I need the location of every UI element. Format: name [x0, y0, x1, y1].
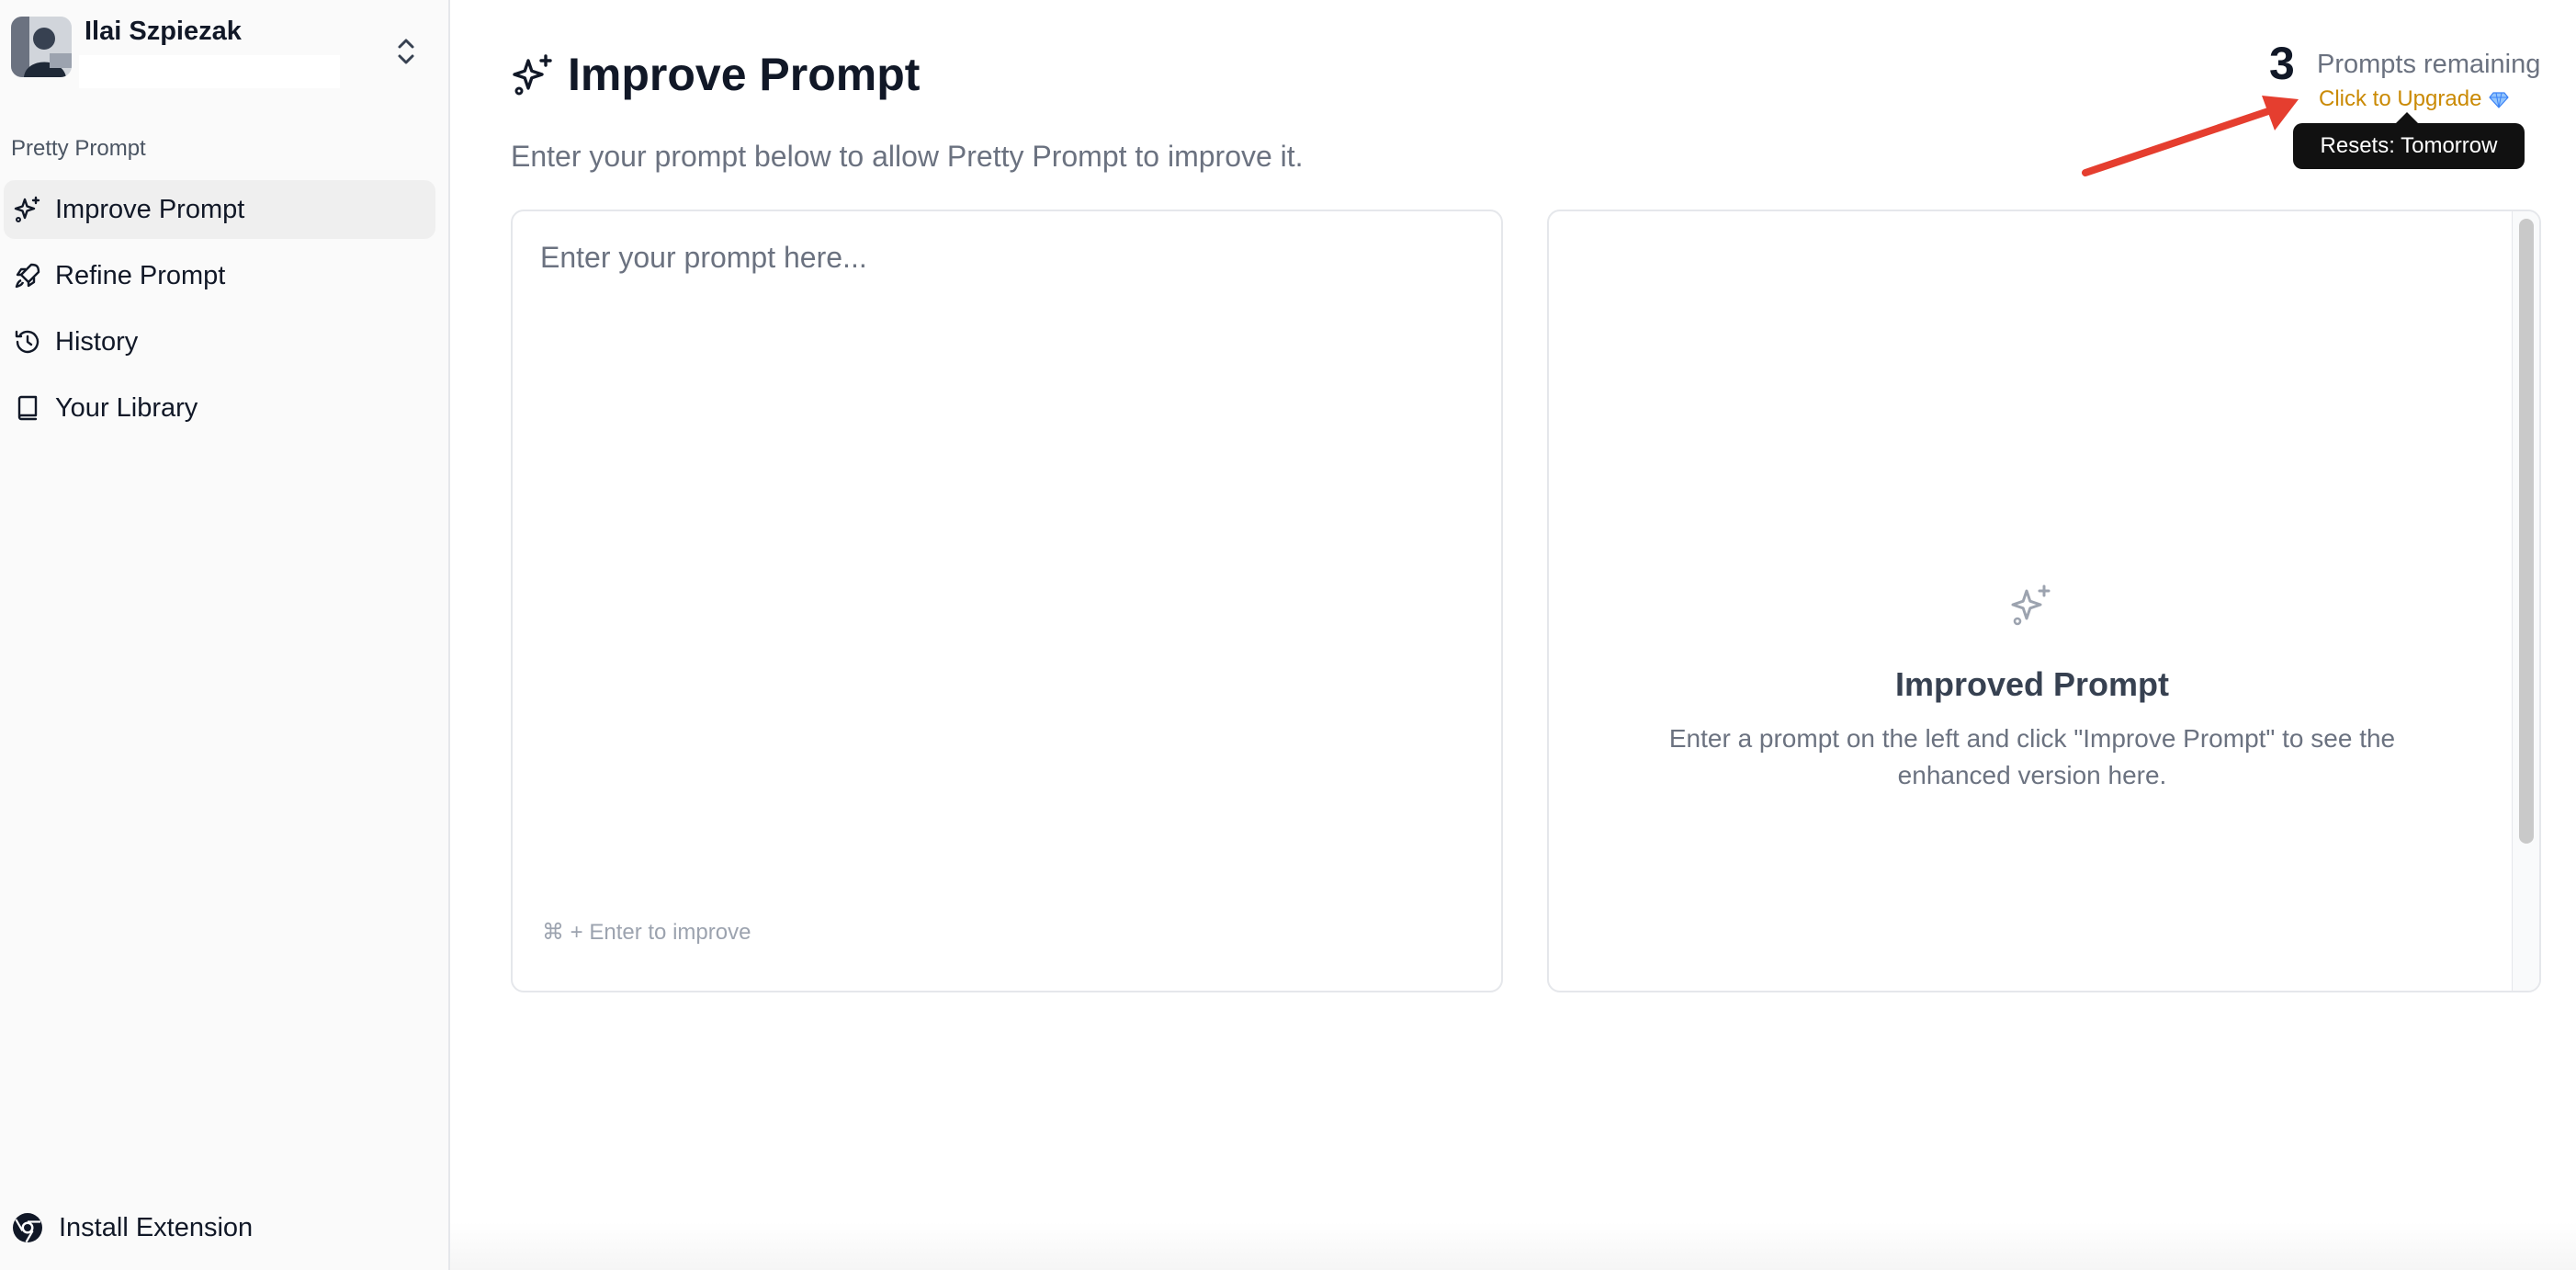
- sidebar-item-refine-prompt[interactable]: Refine Prompt: [4, 246, 435, 305]
- install-extension-button[interactable]: Install Extension: [9, 1204, 432, 1250]
- sidebar-item-your-library[interactable]: Your Library: [4, 379, 435, 437]
- bottom-shade: [450, 1222, 2576, 1270]
- improved-prompt-panel: Improved Prompt Enter a prompt on the le…: [1547, 210, 2541, 992]
- sidebar-item-label: Improve Prompt: [55, 194, 245, 224]
- sidebar-item-label: Refine Prompt: [55, 260, 226, 290]
- sparkles-icon: [2011, 584, 2051, 626]
- user-switcher[interactable]: Ilai Szpiezak: [9, 13, 432, 88]
- sidebar: Ilai Szpiezak Pretty Prompt Improve Prom…: [0, 0, 450, 1270]
- prompts-remaining-label: Prompts remaining: [2317, 50, 2541, 79]
- sidebar-group-label: Pretty Prompt: [11, 136, 146, 161]
- upgrade-link[interactable]: Click to Upgrade: [2319, 86, 2510, 112]
- sidebar-item-label: Your Library: [55, 392, 198, 423]
- improved-prompt-title: Improved Prompt: [1894, 665, 2170, 703]
- sidebar-item-improve-prompt[interactable]: Improve Prompt: [4, 180, 435, 239]
- page-title: Improve Prompt: [568, 49, 921, 100]
- prompt-input-panel: ⌘ + Enter to improve: [511, 210, 1503, 992]
- improved-prompt-description: Enter a prompt on the left and click "Im…: [1668, 724, 2396, 789]
- sidebar-item-label: History: [55, 326, 139, 357]
- prompts-remaining-count: 3: [2269, 38, 2295, 89]
- chrome-icon: [13, 1213, 42, 1243]
- book-icon: [17, 395, 38, 421]
- user-name: Ilai Szpiezak: [85, 17, 242, 46]
- output-scrollbar-thumb[interactable]: [2519, 219, 2534, 844]
- sidebar-item-history[interactable]: History: [4, 312, 435, 371]
- upgrade-label: Click to Upgrade: [2319, 86, 2482, 111]
- user-email: [79, 55, 340, 88]
- resets-tooltip: Resets: Tomorrow: [2293, 112, 2525, 169]
- shortcut-hint: ⌘ + Enter to improve: [542, 920, 751, 945]
- chevron-up-down-icon[interactable]: [393, 33, 419, 70]
- gem-icon: [2489, 92, 2510, 108]
- page-subtitle: Enter your prompt below to allow Pretty …: [511, 140, 1304, 173]
- sparkles-icon: [513, 54, 552, 96]
- sparkles-icon: [14, 196, 40, 222]
- history-icon: [15, 330, 40, 354]
- annotation-arrow-icon: [2082, 96, 2299, 176]
- prompt-input[interactable]: [540, 241, 1468, 884]
- output-scrollbar[interactable]: [2512, 211, 2539, 991]
- avatar: [11, 17, 72, 77]
- rocket-icon: [15, 263, 40, 289]
- install-extension-label: Install Extension: [59, 1213, 254, 1242]
